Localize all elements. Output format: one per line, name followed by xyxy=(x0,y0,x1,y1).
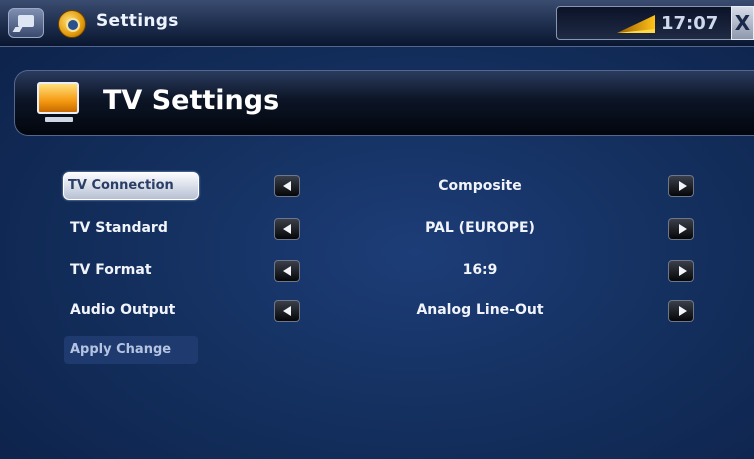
setting-label-tv-standard[interactable]: TV Standard xyxy=(66,214,210,242)
setting-next-button[interactable] xyxy=(668,218,694,240)
arrow-left-icon xyxy=(283,266,291,276)
tv-icon xyxy=(37,82,79,122)
close-button[interactable]: X xyxy=(731,6,754,40)
setting-value-tv-format: 16:9 xyxy=(462,262,498,278)
setting-next-button[interactable] xyxy=(668,260,694,282)
arrow-right-icon xyxy=(679,181,687,191)
settings-app-icon xyxy=(58,10,86,38)
arrow-right-icon xyxy=(679,224,687,234)
setting-next-button[interactable] xyxy=(668,175,694,197)
setting-prev-button[interactable] xyxy=(274,175,300,197)
setting-label-tv-format[interactable]: TV Format xyxy=(66,256,210,284)
setting-prev-button[interactable] xyxy=(274,218,300,240)
status-area: 17:07 xyxy=(556,6,734,40)
battery-icon xyxy=(617,15,655,33)
app-title: Settings xyxy=(96,11,179,31)
setting-value-audio-output: Analog Line-Out xyxy=(416,302,544,318)
apply-change-button[interactable]: Apply Change xyxy=(64,336,198,364)
arrow-right-icon xyxy=(679,306,687,316)
arrow-left-icon xyxy=(283,306,291,316)
menu-button[interactable] xyxy=(8,8,44,38)
menu-icon xyxy=(18,15,34,27)
setting-value-tv-connection: Composite xyxy=(438,178,522,194)
setting-prev-button[interactable] xyxy=(274,260,300,282)
arrow-left-icon xyxy=(283,224,291,234)
section-header: TV Settings xyxy=(14,70,754,136)
arrow-right-icon xyxy=(679,266,687,276)
setting-label-tv-connection[interactable]: TV Connection xyxy=(63,172,199,200)
arrow-left-icon xyxy=(283,181,291,191)
setting-label-audio-output[interactable]: Audio Output xyxy=(66,296,210,324)
setting-value-tv-standard: PAL (EUROPE) xyxy=(425,220,535,236)
tv-settings-screen: Settings 17:07 X TV Settings TV Connecti… xyxy=(0,0,754,459)
clock: 17:07 xyxy=(661,13,719,34)
setting-next-button[interactable] xyxy=(668,300,694,322)
top-bar: Settings 17:07 X xyxy=(0,0,754,47)
setting-prev-button[interactable] xyxy=(274,300,300,322)
page-title: TV Settings xyxy=(103,85,280,116)
